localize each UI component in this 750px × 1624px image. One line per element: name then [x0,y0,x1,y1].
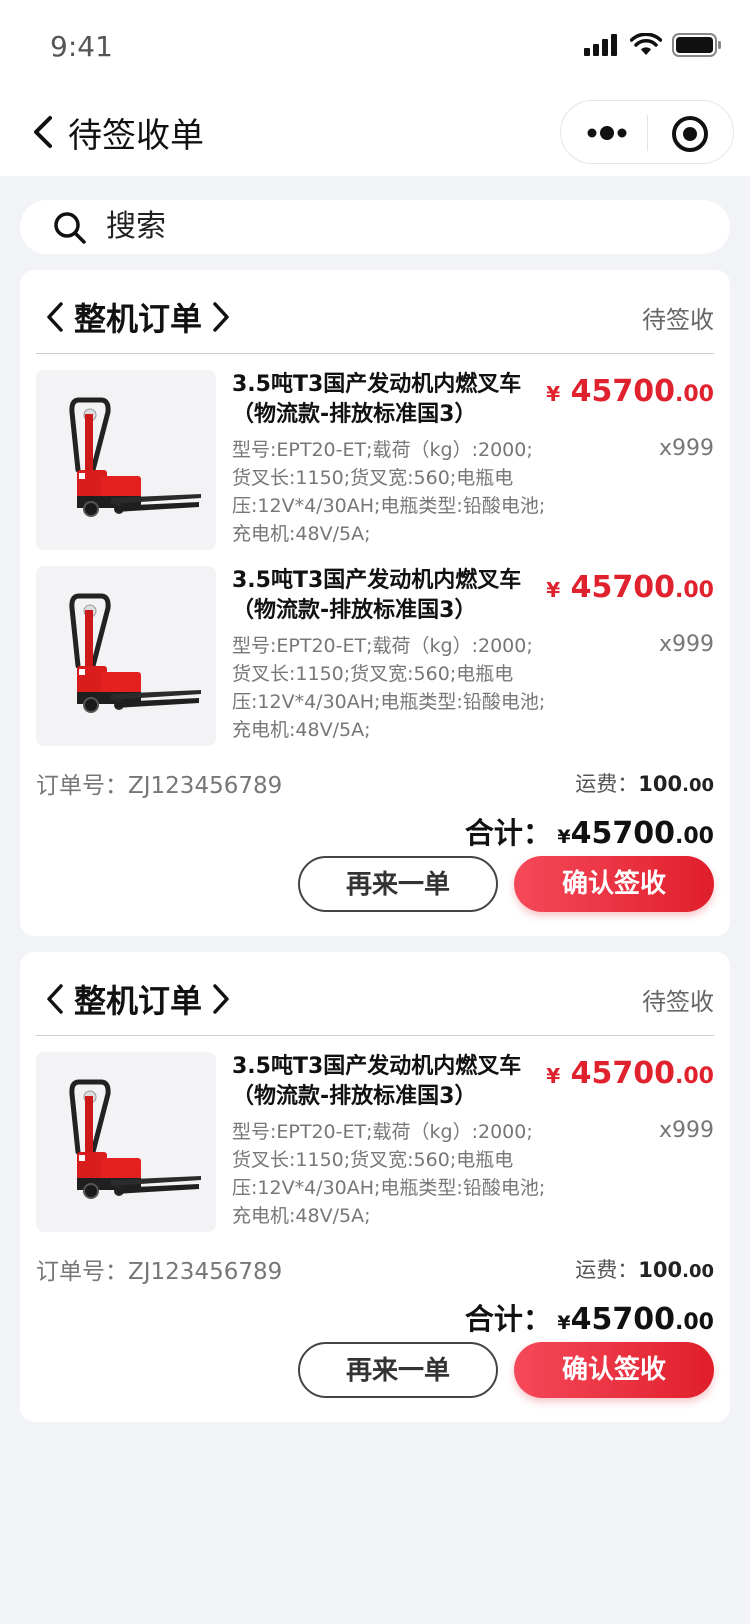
product-name: 3.5吨T3国产发动机内燃叉车（物流款-排放标准国3） [232,1054,522,1109]
product-quantity: x999 [658,436,714,461]
product-item[interactable]: 3.5吨T3国产发动机内燃叉车（物流款-排放标准国3） 型号:EPT20-ET;… [36,566,714,746]
total-integer: 45700 [570,1302,676,1337]
shipping-label: 运费： [575,1258,639,1282]
price-integer: 45700 [570,1056,676,1091]
confirm-receipt-button[interactable]: 确认签收 [514,856,714,912]
product-name: 3.5吨T3国产发动机内燃叉车（物流款-排放标准国3） [232,568,522,623]
price-decimal: .00 [675,382,714,407]
price-currency: ¥ [546,382,561,406]
shipping-integer: 100 [638,772,683,796]
total-integer: 45700 [570,816,676,851]
product-image [36,1052,216,1232]
total-currency: ¥ [557,826,571,848]
navigation-bar: 待签收单 [0,90,750,176]
shipping-integer: 100 [638,1258,683,1282]
order-total: 合计： ¥45700.00 [464,1296,714,1337]
signal-icon [584,34,617,56]
more-dots-icon[interactable] [585,119,629,147]
chevron-left-icon[interactable] [44,301,66,333]
shipping-fee: 运费：100.00 [575,1254,714,1284]
order-card: 整机订单 待签收 3.5吨T3国产发动机内燃叉车（物流款-排放标准国3） 型号:… [20,952,730,1422]
price-integer: 45700 [570,374,676,409]
order-status: 待签收 [642,306,714,334]
close-mini-program-icon[interactable] [671,115,709,153]
status-time: 9:41 [50,30,113,63]
product-specs: 型号:EPT20-ET;载荷（kg）:2000;货叉长:1150;货叉宽:560… [232,635,546,741]
product-price: ¥ 45700.00 [546,570,714,605]
search-bar[interactable] [20,200,730,254]
search-icon [54,212,86,244]
product-quantity: x999 [658,632,714,657]
chevron-right-icon[interactable] [210,983,232,1015]
category-switcher[interactable]: 整机订单 [44,294,232,340]
order-number: 订单号：ZJ123456789 [36,773,283,799]
product-price: ¥ 45700.00 [546,1056,714,1091]
category-label: 整机订单 [74,982,203,1020]
total-decimal: .00 [675,824,714,849]
reorder-button[interactable]: 再来一单 [298,1342,498,1398]
product-specs: 型号:EPT20-ET;载荷（kg）:2000;货叉长:1150;货叉宽:560… [232,439,546,545]
order-total: 合计： ¥45700.00 [464,810,714,851]
order-card: 整机订单 待签收 3.5吨T3国产发动机内燃叉车（物流款-排放标准国3） 型号:… [20,270,730,936]
price-integer: 45700 [570,570,676,605]
chevron-left-icon[interactable] [44,983,66,1015]
mini-program-capsule [560,100,734,164]
status-icons [584,30,722,60]
shipping-decimal: .00 [682,1261,714,1282]
shipping-decimal: .00 [682,775,714,796]
total-decimal: .00 [675,1310,714,1335]
chevron-right-icon[interactable] [210,301,232,333]
category-switcher[interactable]: 整机订单 [44,976,232,1022]
product-quantity: x999 [658,1118,714,1143]
price-currency: ¥ [546,1064,561,1088]
wifi-icon [630,33,662,55]
battery-icon [672,33,721,57]
reorder-button[interactable]: 再来一单 [298,856,498,912]
total-label: 合计： [464,1302,552,1336]
status-bar: 9:41 [0,0,750,90]
order-number: 订单号：ZJ123456789 [36,1259,283,1285]
page-title: 待签收单 [68,116,204,156]
category-label: 整机订单 [74,300,203,338]
capsule-divider [647,115,648,151]
shipping-fee: 运费：100.00 [575,768,714,798]
product-item[interactable]: 3.5吨T3国产发动机内燃叉车（物流款-排放标准国3） 型号:EPT20-ET;… [36,1052,714,1232]
product-name: 3.5吨T3国产发动机内燃叉车（物流款-排放标准国3） [232,372,522,427]
order-info-row: 订单号：ZJ123456789 运费：100.00 [36,766,714,800]
product-image [36,370,216,550]
order-card-header: 整机订单 待签收 [36,270,714,354]
price-decimal: .00 [675,1064,714,1089]
product-image [36,566,216,746]
product-item[interactable]: 3.5吨T3国产发动机内燃叉车（物流款-排放标准国3） 型号:EPT20-ET;… [36,370,714,550]
product-specs: 型号:EPT20-ET;载荷（kg）:2000;货叉长:1150;货叉宽:560… [232,1121,546,1227]
price-decimal: .00 [675,578,714,603]
price-currency: ¥ [546,578,561,602]
total-currency: ¥ [557,1312,571,1334]
search-input[interactable] [106,200,666,254]
total-label: 合计： [464,816,552,850]
order-status: 待签收 [642,988,714,1016]
order-info-row: 订单号：ZJ123456789 运费：100.00 [36,1252,714,1286]
shipping-label: 运费： [575,772,639,796]
order-card-header: 整机订单 待签收 [36,952,714,1036]
confirm-receipt-button[interactable]: 确认签收 [514,1342,714,1398]
product-price: ¥ 45700.00 [546,374,714,409]
back-arrow-icon[interactable] [26,112,62,152]
